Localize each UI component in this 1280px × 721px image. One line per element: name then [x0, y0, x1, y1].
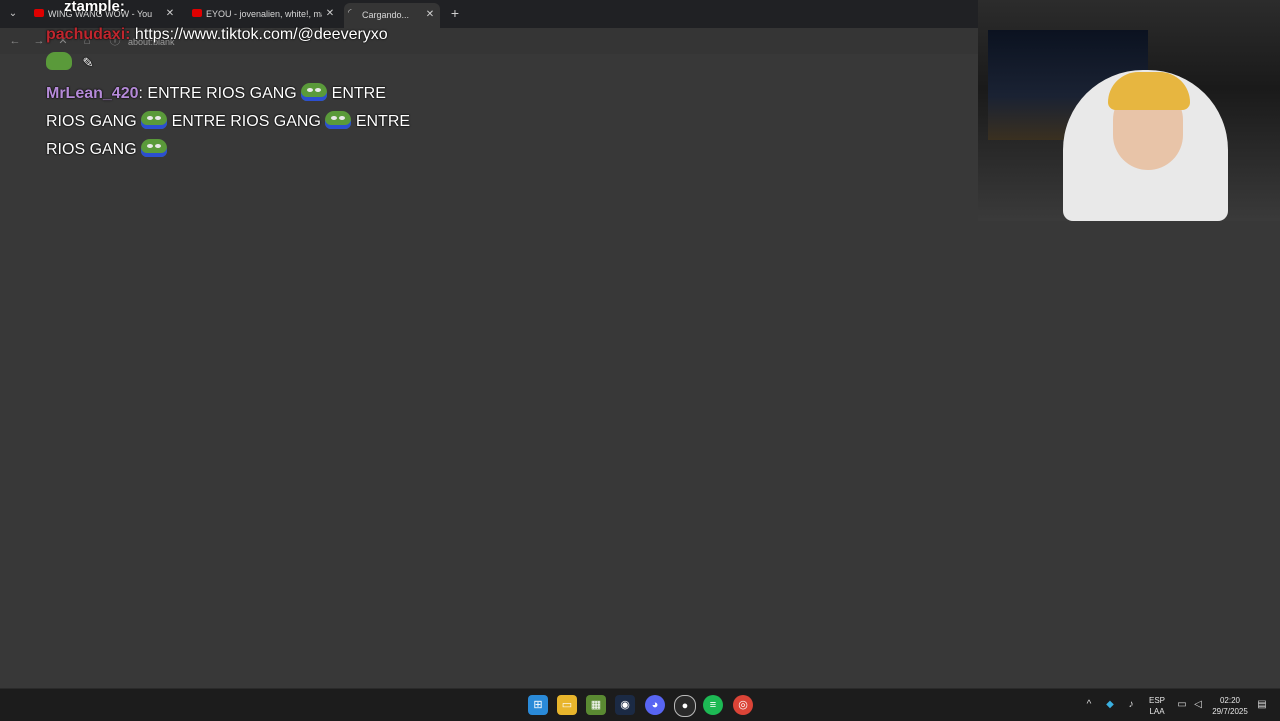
obs-icon[interactable]: ●	[674, 695, 696, 717]
chat-text: RIOS GANG	[46, 141, 142, 158]
pepe-emote-icon	[141, 139, 168, 157]
pepe-emote-icon	[301, 83, 328, 101]
chat-line-mrlean-3: RIOS GANG	[46, 139, 168, 160]
webcam-feed	[978, 0, 1280, 221]
clock-time: 02:20	[1219, 696, 1241, 705]
tab-title: EYOU - jovenalien, white!, mag	[206, 9, 322, 19]
chat-username: MrLean_420	[46, 85, 139, 102]
chrome-icon[interactable]: ◎	[733, 695, 753, 715]
chat-username: pachudaxi:	[46, 26, 131, 43]
language-code: ESP	[1148, 696, 1165, 705]
pencil-emote-icon: ✎	[82, 55, 94, 70]
new-tab-button[interactable]: +	[448, 4, 462, 22]
chat-text: ENTRE RIOS GANG	[167, 113, 326, 130]
file-explorer-icon[interactable]: ▭	[557, 695, 577, 715]
volume-icon[interactable]: ◁	[1191, 698, 1205, 712]
minecraft-icon[interactable]: ▦	[586, 695, 606, 715]
windows-taskbar: ⊞ ▭ ▦ ◉ ◕ ● ≡ ◎ ^ ◆ ♪ ESP LAA ▭ ◁ 02:20 …	[0, 688, 1280, 721]
tray-chevron-icon[interactable]: ^	[1082, 698, 1096, 712]
chat-text: RIOS GANG	[46, 113, 142, 130]
youtube-icon	[34, 9, 44, 17]
tab-close-icon[interactable]: ✕	[164, 2, 176, 26]
tab-close-icon[interactable]: ✕	[324, 2, 336, 26]
chat-line-mrlean-1: MrLean_420: ENTRE RIOS GANG ENTRE	[46, 83, 386, 104]
loading-spinner-icon: ◜	[348, 7, 352, 17]
back-arrow-icon[interactable]: ←	[8, 33, 22, 49]
tab-search-icon[interactable]: ⌄	[4, 5, 22, 23]
pepe-emote-icon	[325, 111, 352, 129]
language-indicator[interactable]: ESP LAA	[1146, 695, 1168, 717]
keyboard-layout: LAA	[1149, 707, 1165, 716]
youtube-icon	[192, 9, 202, 17]
streamer-beanie	[1108, 72, 1190, 110]
pepe-emote-icon	[46, 52, 72, 70]
chat-line-emotes: ✎	[46, 52, 93, 73]
network-tray-icon[interactable]: ◆	[1103, 698, 1117, 712]
chat-username: ztample:	[64, 0, 125, 15]
pepe-emote-icon	[141, 111, 168, 129]
microphone-icon[interactable]: ♪	[1124, 698, 1138, 712]
notifications-icon[interactable]: ▤	[1255, 698, 1269, 712]
steam-icon[interactable]: ◉	[615, 695, 635, 715]
chat-text: ENTRE	[351, 113, 411, 130]
windows-start-icon[interactable]: ⊞	[528, 695, 548, 715]
chat-line-pachudaxi: pachudaxi: https://www.tiktok.com/@deeve…	[46, 25, 388, 45]
tab-close-icon[interactable]: ✕	[424, 3, 436, 27]
chat-line-ztample: ztample:	[64, 0, 125, 17]
clock[interactable]: 02:20 29/7/2025	[1208, 695, 1252, 717]
chat-text: ENTRE	[327, 85, 386, 102]
forward-arrow-icon[interactable]: →	[32, 33, 46, 49]
display-icon[interactable]: ▭	[1175, 698, 1189, 712]
chat-text: ENTRE RIOS GANG	[142, 85, 302, 102]
discord-icon[interactable]: ◕	[645, 695, 665, 715]
tab-eyou[interactable]: EYOU - jovenalien, white!, mag ✕	[188, 2, 340, 26]
chat-line-mrlean-2: RIOS GANG ENTRE RIOS GANG ENTRE	[46, 111, 410, 132]
tab-title: Cargando...	[362, 10, 410, 20]
spotify-icon[interactable]: ≡	[703, 695, 723, 715]
chat-message: https://www.tiktok.com/@deeveryxo	[130, 26, 388, 43]
clock-date: 29/7/2025	[1212, 707, 1248, 716]
